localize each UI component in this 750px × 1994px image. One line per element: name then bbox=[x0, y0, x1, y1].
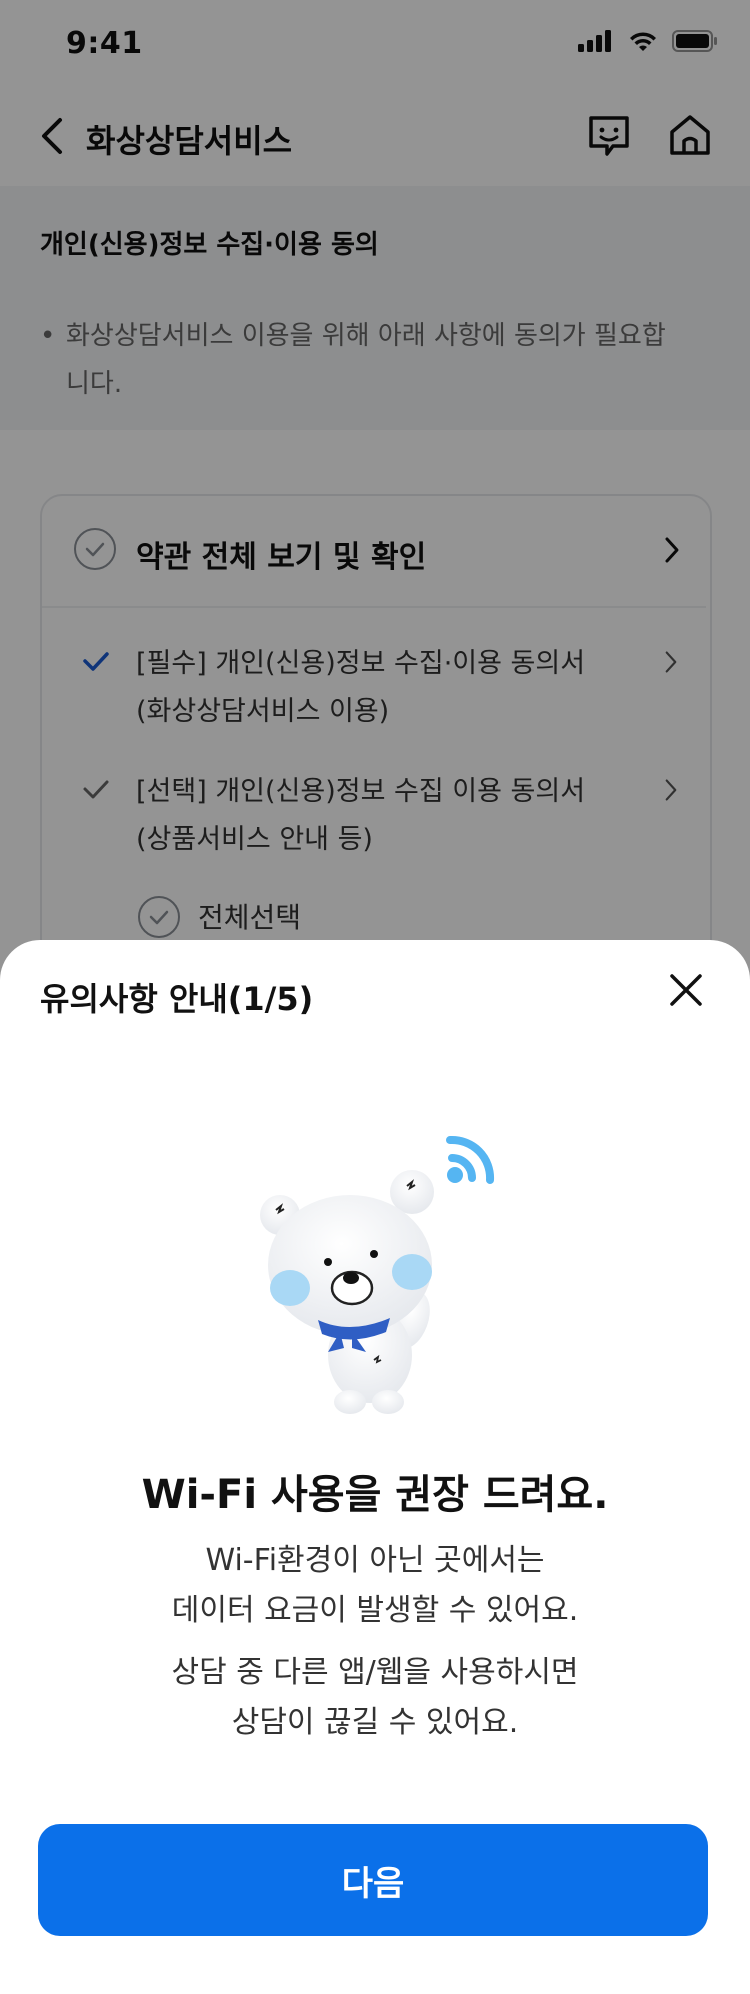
bear-mascot-illustration bbox=[260, 1135, 495, 1414]
next-button[interactable]: 다음 bbox=[38, 1824, 708, 1936]
sheet-title: 유의사항 안내(1/5) bbox=[40, 980, 314, 1018]
sheet-headline: Wi-Fi 사용을 권장 드려요. bbox=[141, 1472, 609, 1518]
close-icon[interactable] bbox=[668, 972, 704, 1008]
sheet-description-2-line-2: 상담이 끊길 수 있어요. bbox=[231, 1705, 519, 1740]
wifi-waves-icon bbox=[446, 1135, 495, 1184]
sheet-description-1-line-1: Wi-Fi환경이 아닌 곳에서는 bbox=[205, 1543, 545, 1578]
sheet-description-1-line-2: 데이터 요금이 발생할 수 있어요. bbox=[171, 1593, 579, 1628]
sheet-description-2: 상담 중 다른 앱/웹을 사용하시면 상담이 끊길 수 있어요. bbox=[0, 1648, 750, 1748]
sheet-description-1: Wi-Fi환경이 아닌 곳에서는 데이터 요금이 발생할 수 있어요. bbox=[0, 1536, 750, 1636]
sheet-description-2-line-1: 상담 중 다른 앱/웹을 사용하시면 bbox=[171, 1655, 579, 1690]
